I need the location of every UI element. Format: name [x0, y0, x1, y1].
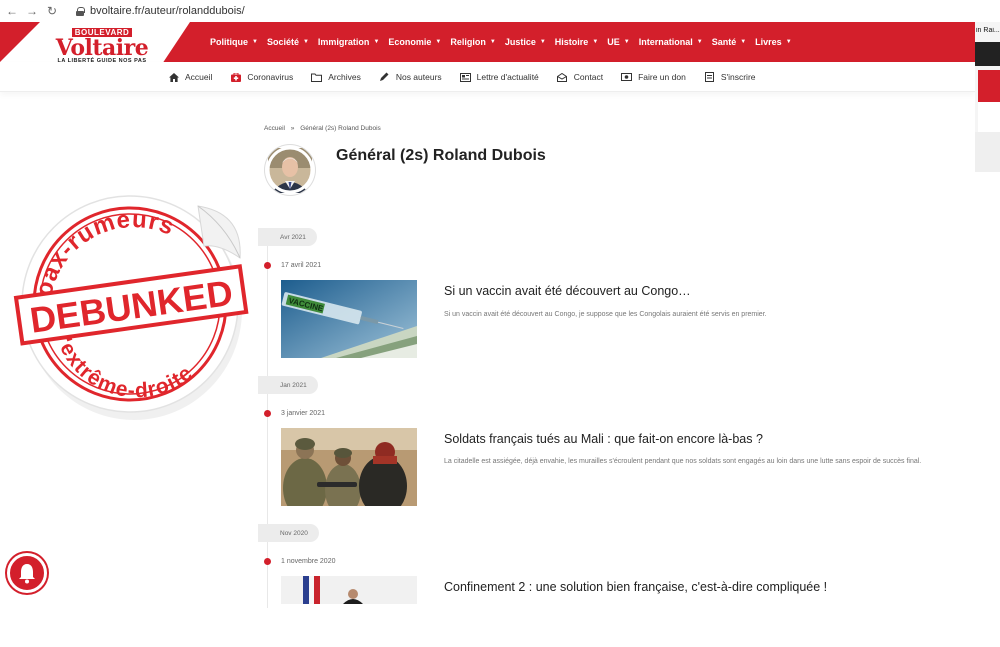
timeline-dot — [264, 558, 271, 565]
menu-item-label: Histoire — [554, 37, 589, 47]
chevron-down-icon: ▼ — [302, 39, 309, 45]
page-title: Général (2s) Roland Dubois — [336, 147, 546, 164]
nav-nos-auteurs[interactable]: Nos auteurs — [379, 72, 442, 82]
menu-item-label: Religion — [450, 37, 486, 47]
notification-bell-button[interactable] — [7, 553, 47, 593]
author-avatar — [265, 145, 315, 195]
nav-coronavirus[interactable]: Coronavirus — [230, 72, 293, 82]
chevron-down-icon: ▼ — [696, 39, 703, 45]
side-window-grey-block — [975, 132, 1000, 172]
timeline-month-label: Jan 2021 — [258, 376, 318, 394]
menu-item-ue[interactable]: UE ▼ — [607, 37, 629, 47]
nav-label: Nos auteurs — [395, 72, 442, 82]
envelope-icon — [557, 72, 568, 82]
nav-label: Faire un don — [638, 72, 686, 82]
nav-accueil[interactable]: Accueil — [168, 72, 212, 82]
home-icon — [168, 72, 179, 82]
nav-label: Archives — [328, 72, 361, 82]
reload-icon[interactable]: ↻ — [44, 4, 60, 18]
bell-icon — [19, 564, 35, 584]
secondary-nav: Accueil Coronavirus Archives Nos auteurs… — [0, 62, 975, 92]
newspaper-icon — [459, 72, 471, 82]
chevron-down-icon: ▼ — [373, 39, 380, 45]
lock-icon — [76, 6, 85, 16]
timeline-dot — [264, 262, 271, 269]
menu-item-livres[interactable]: Livres ▼ — [755, 37, 791, 47]
debunked-stamp: Hoax-rumeurs d'extrême-droite DEBUNKED — [8, 178, 258, 428]
nav-faire-un-don[interactable]: Faire un don — [621, 72, 686, 82]
post-excerpt: La citadelle est assiégée, déjà envahie,… — [444, 458, 922, 465]
breadcrumb-separator: » — [290, 125, 295, 132]
menu-item-label: Economie — [388, 37, 432, 47]
timeline-dot — [264, 410, 271, 417]
menu-item-label: UE — [607, 37, 620, 47]
chevron-down-icon: ▼ — [623, 39, 630, 45]
chevron-down-icon: ▼ — [435, 39, 442, 45]
menu-item-label: Société — [266, 37, 299, 47]
main-menu: Politique ▼ Société ▼ Immigration ▼ Economi… — [210, 22, 801, 62]
post-thumbnail-soldiers[interactable] — [281, 428, 417, 506]
post-thumbnail-confinement[interactable] — [281, 576, 417, 604]
menu-item-religion[interactable]: Religion ▼ — [450, 37, 495, 47]
money-icon — [621, 72, 633, 82]
menu-item-label: International — [638, 37, 693, 47]
menu-item-label: Politique — [210, 37, 248, 47]
back-arrow-icon[interactable]: ← — [4, 4, 20, 18]
nav-sinscrire[interactable]: S'inscrire — [704, 72, 756, 82]
post-excerpt: Si un vaccin avait été découvert au Cong… — [444, 311, 767, 318]
chevron-down-icon: ▼ — [740, 39, 747, 45]
menu-item-international[interactable]: International ▼ — [639, 37, 703, 47]
menu-item-sante[interactable]: Santé ▼ — [712, 37, 746, 47]
menu-item-politique[interactable]: Politique ▼ — [210, 37, 258, 47]
url-field[interactable]: bvoltaire.fr/auteur/rolanddubois/ — [90, 5, 245, 17]
post-title[interactable]: Confinement 2 : une solution bien frança… — [444, 580, 827, 594]
nav-label: Contact — [573, 72, 604, 82]
chevron-down-icon: ▼ — [252, 39, 258, 45]
nav-contact[interactable]: Contact — [557, 72, 603, 82]
nav-lettre-actualite[interactable]: Lettre d'actualité — [459, 72, 539, 82]
menu-item-immigration[interactable]: Immigration ▼ — [318, 37, 379, 47]
post-date: 17 avril 2021 — [281, 262, 322, 269]
pen-icon — [379, 72, 390, 82]
menu-item-label: Livres — [755, 37, 782, 47]
menu-item-histoire[interactable]: Histoire ▼ — [555, 37, 598, 47]
logo-voltaire-text: Voltaire — [55, 35, 149, 61]
menu-item-economie[interactable]: Economie ▼ — [388, 37, 441, 47]
breadcrumb-current: Général (2s) Roland Dubois — [300, 125, 381, 132]
nav-archives[interactable]: Archives — [311, 72, 361, 82]
site-logo[interactable]: BOULEVARD Voltaire LA LIBERTÉ GUIDE NOS … — [42, 22, 162, 64]
post-title[interactable]: Soldats français tués au Mali : que fait… — [444, 432, 763, 446]
menu-item-justice[interactable]: Justice ▼ — [505, 37, 546, 47]
timeline-month-label: Avr 2021 — [258, 228, 317, 246]
menu-item-label: Justice — [504, 37, 536, 47]
side-window-block — [975, 42, 1000, 66]
menu-item-label: Santé — [711, 37, 737, 47]
timeline-line — [267, 228, 268, 608]
post-thumbnail-vaccine[interactable]: VACCINE — [281, 280, 417, 358]
post-date: 3 janvier 2021 — [281, 410, 325, 417]
form-icon — [704, 72, 715, 82]
folder-icon — [311, 72, 323, 82]
nav-label: Lettre d'actualité — [476, 72, 539, 82]
breadcrumb-home[interactable]: Accueil — [264, 125, 285, 132]
nav-label: Accueil — [185, 72, 213, 82]
side-window-text: in Rai... — [976, 27, 1000, 34]
chevron-down-icon: ▼ — [489, 39, 496, 45]
forward-arrow-icon[interactable]: → — [24, 4, 40, 18]
breadcrumb: Accueil » Général (2s) Roland Dubois — [264, 125, 385, 132]
post-date: 1 novembre 2020 — [281, 558, 336, 565]
nav-label: Coronavirus — [247, 72, 294, 82]
browser-address-bar: ← → ↻ bvoltaire.fr/auteur/rolanddubois/ — [0, 0, 1000, 22]
chevron-down-icon: ▼ — [592, 39, 599, 45]
menu-item-label: Immigration — [317, 37, 370, 47]
side-window-red-block — [978, 70, 1000, 102]
chevron-down-icon: ▼ — [539, 39, 546, 45]
medkit-icon — [230, 72, 241, 82]
chevron-down-icon: ▼ — [785, 39, 792, 45]
timeline-month-label: Nov 2020 — [258, 524, 319, 542]
menu-item-societe[interactable]: Société ▼ — [267, 37, 309, 47]
side-window-white-block — [978, 102, 1000, 132]
nav-label: S'inscrire — [720, 72, 756, 82]
post-title[interactable]: Si un vaccin avait été découvert au Cong… — [444, 284, 691, 298]
